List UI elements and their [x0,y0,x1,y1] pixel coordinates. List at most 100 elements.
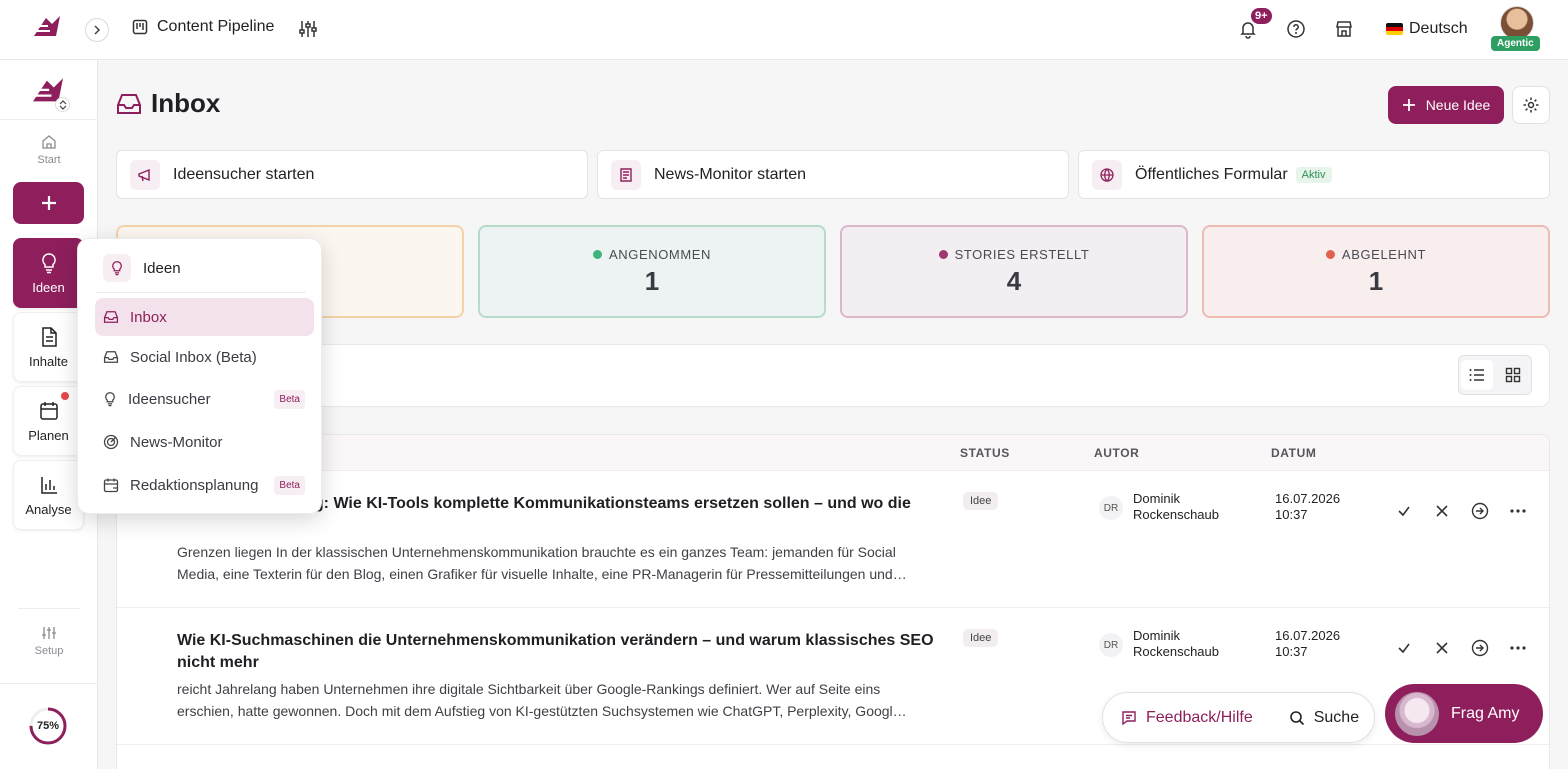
list-view-button[interactable] [1461,360,1493,390]
accept-icon[interactable] [1394,638,1414,658]
page-title-text: Inbox [151,88,221,118]
lightbulb-icon [103,254,131,282]
ideas-finder-label: Ideensucher starten [173,165,315,183]
menu-item-label: News-Monitor [130,433,223,451]
content-pipeline-button[interactable]: Content Pipeline [132,18,274,36]
home-icon [42,135,56,149]
menu-item-redaktionsplanung[interactable]: Redaktionsplanung Beta [95,466,314,504]
avatar: DR [1099,633,1123,657]
stat-label: STORIES ERSTELLT [954,246,1090,262]
author-name: Dominik Rockenschaub [1133,628,1219,659]
ideen-flyout-menu: Ideen Inbox Social Inbox (Beta) Ideensuc… [77,238,322,514]
logo-icon[interactable] [32,14,62,40]
status-badge: Idee [963,492,999,510]
stat-value: 4 [1006,265,1022,296]
row-actions [1394,638,1528,658]
menu-item-inbox[interactable]: Inbox [95,298,314,336]
table-row[interactable]: Marketingabteilung: Wie KI-Tools komplet… [117,471,1549,608]
plus-icon [41,196,56,210]
sidebar-item-label: Analyse [25,501,72,517]
newspaper-icon [611,159,641,190]
sidebar-start-label: Start [37,154,61,166]
pipeline-label: Content Pipeline [157,18,275,35]
search-label: Suche [1313,708,1360,726]
radar-icon [103,434,119,450]
sidebar-divider [0,683,98,684]
search-button[interactable]: Suche [1271,693,1377,742]
megaphone-icon [130,159,160,190]
more-options-icon[interactable] [1508,638,1528,658]
sidebar-item-setup[interactable]: Setup [0,625,98,657]
list-icon [1469,369,1484,381]
stat-card-rejected[interactable]: ABGELEHNT 1 [1202,225,1550,318]
reject-icon[interactable] [1432,501,1452,521]
ideas-finder-card[interactable]: Ideensucher starten [116,150,588,199]
sidebar-divider [0,119,98,120]
notification-count-badge: 9+ [1249,6,1274,26]
sidebar-item-inhalte[interactable]: Inhalte [13,312,84,382]
column-header-status[interactable]: STATUS [960,446,1010,460]
convert-story-icon[interactable] [1470,501,1490,521]
calendar-edit-icon [103,478,119,493]
more-options-icon[interactable] [1508,501,1528,521]
filter-settings-icon[interactable] [298,19,318,39]
flyout-header-label: Ideen [143,259,181,277]
workspace-switch-icon[interactable] [55,97,70,112]
sidebar-item-planen[interactable]: Planen [13,386,84,456]
document-icon [41,326,57,347]
stat-label: ABGELEHNT [1341,246,1427,262]
help-icon[interactable] [1286,19,1306,39]
stat-card-stories[interactable]: STORIES ERSTELLT 4 [840,225,1188,318]
filter-bar [116,344,1550,407]
page-title: Inbox [116,88,220,119]
reject-icon[interactable] [1432,638,1452,658]
sidebar-item-ideen[interactable]: Ideen [13,238,84,308]
progress-label: 75% [36,720,60,732]
author-cell: DR Dominik Rockenschaub [1099,628,1233,660]
menu-item-label: Redaktionsplanung [130,476,259,494]
menu-item-ideensucher[interactable]: Ideensucher Beta [95,380,314,418]
sidebar-expand-button[interactable] [85,18,109,42]
sidebar-item-start[interactable]: Start [0,134,98,166]
menu-item-social-inbox[interactable]: Social Inbox (Beta) [95,338,314,376]
stat-value: 1 [644,265,660,296]
create-button[interactable] [13,182,84,224]
public-form-card[interactable]: Öffentliches Formular Aktiv [1078,150,1550,199]
sidebar-item-analyse[interactable]: Analyse [13,460,84,530]
status-dot [592,249,602,259]
news-monitor-label: News-Monitor starten [654,165,807,183]
grid-view-button[interactable] [1497,360,1529,390]
table-header: STATUS AUTOR DATUM [117,435,1549,471]
gear-icon [1523,97,1539,113]
inbox-icon [117,93,141,114]
stat-card-accepted[interactable]: ANGENOMMEN 1 [478,225,826,318]
ask-amy-button[interactable]: Frag Amy [1385,684,1543,743]
avatar: DR [1099,496,1123,520]
column-header-author[interactable]: AUTOR [1094,446,1139,460]
chat-icon [1122,710,1136,725]
menu-item-news-monitor[interactable]: News-Monitor [95,423,314,461]
flyout-header: Ideen [103,254,181,282]
accept-icon[interactable] [1394,501,1414,521]
user-avatar[interactable] [1500,6,1534,40]
notification-dot [61,392,69,400]
column-header-date[interactable]: DATUM [1271,446,1316,460]
flyout-divider [95,292,306,293]
news-monitor-card[interactable]: News-Monitor starten [597,150,1069,199]
convert-story-icon[interactable] [1470,638,1490,658]
new-idea-label: Neue Idee [1425,97,1491,113]
sidebar-divider [18,608,80,609]
feedback-button[interactable]: Feedback/Hilfe [1103,693,1271,742]
inbox-icon [103,311,119,323]
author-cell: DR Dominik Rockenschaub [1099,491,1233,523]
store-icon[interactable] [1334,19,1354,39]
idea-description: reicht Jahrelang haben Unternehmen ihre … [177,681,907,719]
idea-title[interactable]: Wie KI-Suchmaschinen die Unternehmenskom… [177,630,937,674]
idea-date: 16.07.2026 10:37 [1275,491,1341,522]
language-selector[interactable]: Deutsch [1386,20,1468,38]
plus-icon [1402,99,1415,111]
new-idea-button[interactable]: Neue Idee [1388,86,1504,124]
page-settings-button[interactable] [1512,86,1550,124]
author-name: Dominik Rockenschaub [1133,491,1219,522]
floating-help-bar: Feedback/Hilfe Suche [1102,692,1375,743]
